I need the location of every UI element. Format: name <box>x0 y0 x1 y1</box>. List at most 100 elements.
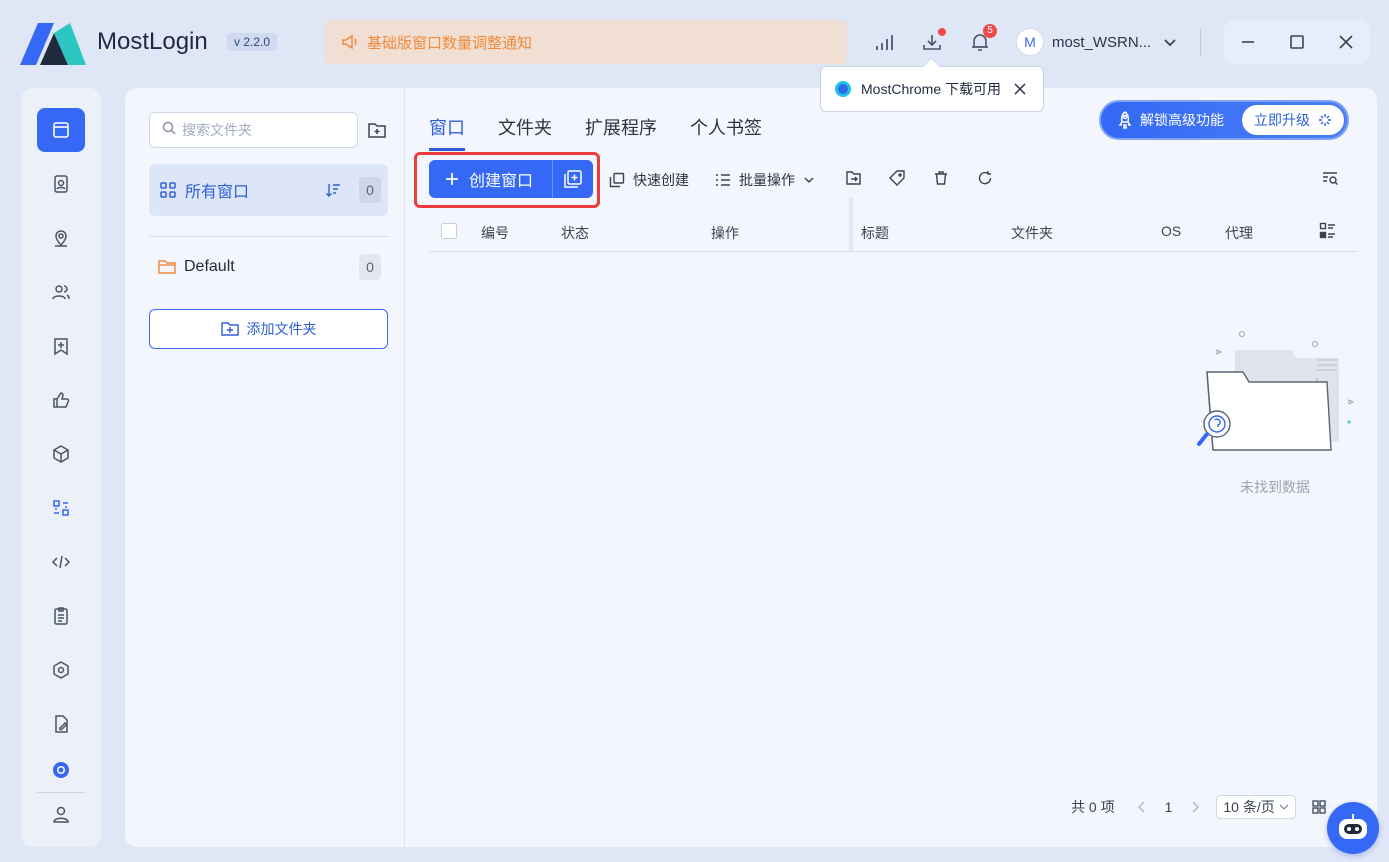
mostchrome-icon <box>53 762 69 778</box>
tag-button[interactable] <box>889 170 905 186</box>
create-window-button[interactable]: 创建窗口 <box>429 160 553 198</box>
folder-divider <box>149 236 388 237</box>
nav-automation[interactable] <box>37 486 85 530</box>
nav-docs[interactable] <box>37 702 85 746</box>
nav-recommend[interactable] <box>37 378 85 422</box>
close-icon[interactable] <box>1334 30 1358 54</box>
new-folder-icon[interactable] <box>365 118 389 142</box>
avatar: M <box>1016 28 1044 56</box>
upgrade-banner: 解锁高级功能 立即升级 <box>1099 100 1349 140</box>
nav-extensions[interactable] <box>37 432 85 476</box>
trash-icon <box>933 170 949 186</box>
folder-search[interactable] <box>149 112 358 148</box>
nav-profiles[interactable] <box>37 162 85 206</box>
user-menu[interactable]: M most_WSRN... <box>1016 26 1177 58</box>
all-windows-label: 所有窗口 <box>185 184 250 201</box>
chevron-down-icon <box>803 174 815 186</box>
code-icon <box>51 555 71 569</box>
robot-icon <box>1339 814 1367 839</box>
folder-search-input[interactable] <box>182 122 352 138</box>
col-actions: 操作 <box>711 225 739 241</box>
move-to-folder-button[interactable] <box>845 170 862 186</box>
table-header: 编号 状态 操作 标题 文件夹 OS 代理 <box>429 198 1357 252</box>
unlock-features[interactable]: 解锁高级功能 <box>1104 110 1242 130</box>
sort-icon[interactable] <box>325 182 341 203</box>
copy-add-icon <box>564 170 582 188</box>
folder-icon <box>158 260 176 274</box>
page-size-select[interactable]: 10 条/页 <box>1216 795 1296 819</box>
folder-item[interactable]: Default 0 <box>149 252 388 282</box>
support-bot-button[interactable] <box>1327 802 1379 854</box>
tab-bookmarks[interactable]: 个人书签 <box>690 114 762 151</box>
current-page[interactable]: 1 <box>1165 799 1173 815</box>
delete-button[interactable] <box>933 170 949 186</box>
prev-page-icon[interactable] <box>1137 801 1147 813</box>
batch-create-button[interactable] <box>553 160 593 198</box>
user-account-icon <box>53 806 69 823</box>
nav-settings[interactable] <box>37 648 85 692</box>
nav-account[interactable] <box>37 792 85 836</box>
tab-bar: 窗口 文件夹 扩展程序 个人书签 <box>429 114 795 151</box>
col-folder: 文件夹 <box>1011 225 1053 241</box>
tab-extensions[interactable]: 扩展程序 <box>585 114 657 151</box>
chevron-down-icon <box>1279 802 1289 812</box>
nav-bookmarks[interactable] <box>37 324 85 368</box>
col-proxy: 代理 <box>1225 225 1253 241</box>
thumbs-up-icon <box>53 392 70 408</box>
pagination: 共 0 项 1 10 条/页 <box>1071 794 1326 820</box>
mostlogin-logo <box>20 23 86 65</box>
location-pin-icon <box>55 230 67 247</box>
column-divider <box>849 198 853 250</box>
minimize-icon[interactable] <box>1236 30 1260 54</box>
batch-label: 批量操作 <box>739 172 795 188</box>
refresh-icon <box>977 170 993 186</box>
notification-badge: 5 <box>983 24 997 38</box>
next-page-icon[interactable] <box>1190 801 1200 813</box>
folder-all-windows[interactable]: 所有窗口 0 <box>149 164 388 216</box>
tooltip-close-icon[interactable] <box>1013 82 1027 96</box>
col-os: OS <box>1161 223 1182 239</box>
search-filter-button[interactable] <box>1322 170 1339 186</box>
tab-windows[interactable]: 窗口 <box>429 114 465 151</box>
add-folder-button[interactable]: 添加文件夹 <box>149 309 388 349</box>
cube-icon <box>53 445 69 463</box>
col-status: 状态 <box>561 225 589 241</box>
unlock-label: 解锁高级功能 <box>1140 112 1224 128</box>
document-edit-icon <box>55 715 68 733</box>
tab-folders[interactable]: 文件夹 <box>498 114 552 151</box>
nav-team[interactable] <box>37 270 85 314</box>
quick-create-button[interactable]: 快速创建 <box>609 170 689 190</box>
bookmark-add-icon <box>54 338 68 356</box>
browser-window-icon <box>53 122 69 138</box>
download-icon[interactable] <box>920 28 946 54</box>
user-name: most_WSRN... <box>1052 33 1152 51</box>
nav-mostchrome[interactable] <box>37 748 85 792</box>
folder-add-icon <box>220 321 239 337</box>
left-nav <box>21 88 101 847</box>
bell-icon[interactable]: 5 <box>968 24 997 54</box>
header-divider <box>1200 28 1201 56</box>
clipboard-icon <box>54 607 68 625</box>
column-settings-icon[interactable] <box>1319 222 1337 243</box>
grid-icon <box>160 182 176 198</box>
add-folder-label: 添加文件夹 <box>246 321 317 337</box>
hexagon-settings-icon <box>53 661 69 679</box>
total-count: 共 0 项 <box>1071 799 1115 815</box>
select-all-checkbox[interactable] <box>441 223 457 239</box>
nav-proxies[interactable] <box>37 216 85 260</box>
signal-icon[interactable] <box>872 30 896 54</box>
refresh-button[interactable] <box>977 170 993 186</box>
version-badge: v 2.2.0 <box>227 33 278 51</box>
nav-browser-windows[interactable] <box>37 108 85 152</box>
col-title: 标题 <box>861 225 889 241</box>
list-search-icon <box>1322 170 1339 186</box>
upgrade-now-button[interactable]: 立即升级 <box>1242 105 1344 135</box>
notice-banner[interactable]: 基础版窗口数量调整通知 <box>325 20 847 64</box>
grid-view-icon[interactable] <box>1312 800 1326 814</box>
maximize-icon[interactable] <box>1285 30 1309 54</box>
nav-api[interactable] <box>37 540 85 584</box>
quick-create-icon <box>609 172 625 188</box>
nav-logs[interactable] <box>37 594 85 638</box>
batch-operations-dropdown[interactable]: 批量操作 <box>715 170 815 190</box>
folder-count: 0 <box>359 254 381 280</box>
